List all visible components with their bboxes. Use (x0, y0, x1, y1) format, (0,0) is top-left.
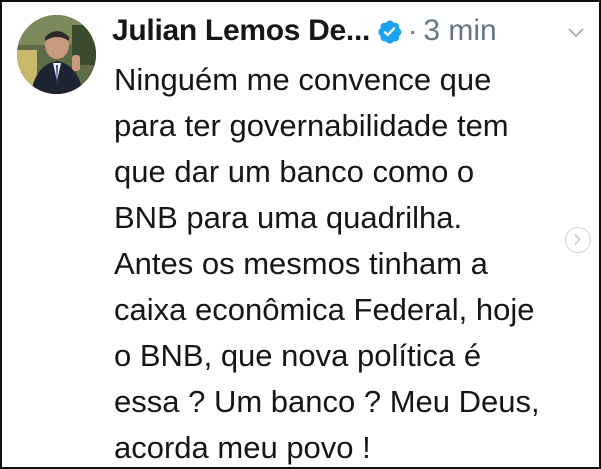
screenshot-frame: Julian Lemos De... · 3 min Ninguém me co… (0, 0, 601, 469)
chevron-down-icon[interactable] (568, 28, 584, 38)
carousel-next-button[interactable] (565, 227, 591, 253)
tweet-text-line: essa ? Um banco ? Meu Deus, (114, 384, 540, 419)
author-name[interactable]: Julian Lemos De... (112, 14, 370, 48)
tweet-text-line: Ninguém me convence que (114, 62, 492, 97)
tweet-text-line: o BNB, que nova política é (114, 338, 482, 373)
avatar[interactable] (17, 15, 96, 94)
timestamp[interactable]: 3 min (423, 14, 496, 48)
chevron-right-icon (574, 234, 581, 245)
verified-badge-icon (376, 18, 403, 45)
tweet-text-line: caixa econômica Federal, hoje (114, 292, 535, 327)
tweet-card[interactable]: Julian Lemos De... · 3 min Ninguém me co… (2, 2, 599, 467)
tweet-text-line: para ter governabilidade tem (114, 108, 509, 143)
avatar-image (17, 15, 96, 94)
tweet-text-line: BNB para uma quadrilha. (114, 200, 463, 235)
tweet-text-line: que dar um banco como o (114, 154, 475, 189)
tweet-header: Julian Lemos De... · 3 min (112, 6, 497, 56)
tweet-text: Ninguém me convence que para ter governa… (114, 57, 594, 467)
header-separator: · (408, 15, 418, 46)
tweet-text-line: Antes os mesmos tinham a (114, 246, 488, 281)
tweet-text-line: acorda meu povo ! (114, 430, 371, 465)
